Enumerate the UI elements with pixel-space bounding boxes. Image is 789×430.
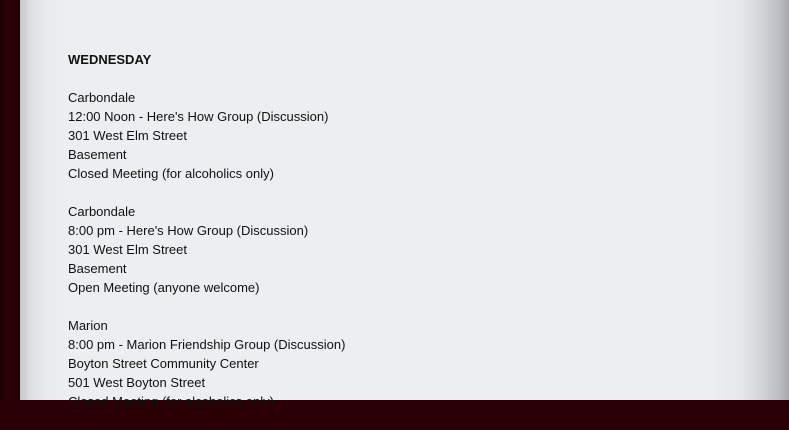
meeting-entry: Marion 8:00 pm - Marion Friendship Group… bbox=[68, 316, 345, 411]
meeting-title: 12:00 Noon - Here's How Group (Discussio… bbox=[68, 109, 329, 124]
meeting-location: Boyton Street Community Center bbox=[68, 356, 259, 371]
content-panel: WEDNESDAY Carbondale 12:00 Noon - Here's… bbox=[20, 0, 789, 409]
meeting-type: Closed Meeting (for alcoholics only) bbox=[68, 166, 274, 181]
meeting-schedule: WEDNESDAY Carbondale 12:00 Noon - Here's… bbox=[68, 50, 345, 430]
meeting-address: 501 West Boyton Street bbox=[68, 375, 206, 390]
meeting-type: Open Meeting (anyone welcome) bbox=[68, 280, 260, 295]
meeting-location: Basement bbox=[68, 261, 127, 276]
meeting-entry: Carbondale 12:00 Noon - Here's How Group… bbox=[68, 88, 345, 183]
page-background: WEDNESDAY Carbondale 12:00 Noon - Here's… bbox=[0, 0, 789, 409]
meeting-title: 8:00 pm - Marion Friendship Group (Discu… bbox=[68, 337, 346, 352]
meeting-entry: Carbondale 8:00 pm - Here's How Group (D… bbox=[68, 202, 345, 297]
meeting-address: 301 West Elm Street bbox=[68, 242, 187, 257]
meeting-location: Basement bbox=[68, 147, 127, 162]
meeting-city: Carbondale bbox=[68, 204, 136, 219]
meeting-city: Marion bbox=[68, 318, 108, 333]
meeting-city: Carbondale bbox=[68, 90, 136, 105]
meeting-title: 8:00 pm - Here's How Group (Discussion) bbox=[68, 223, 309, 238]
day-heading: WEDNESDAY bbox=[68, 52, 152, 67]
meeting-type: Closed Meeting (for alcoholics only) bbox=[68, 394, 274, 409]
meeting-address: 301 West Elm Street bbox=[68, 128, 187, 143]
